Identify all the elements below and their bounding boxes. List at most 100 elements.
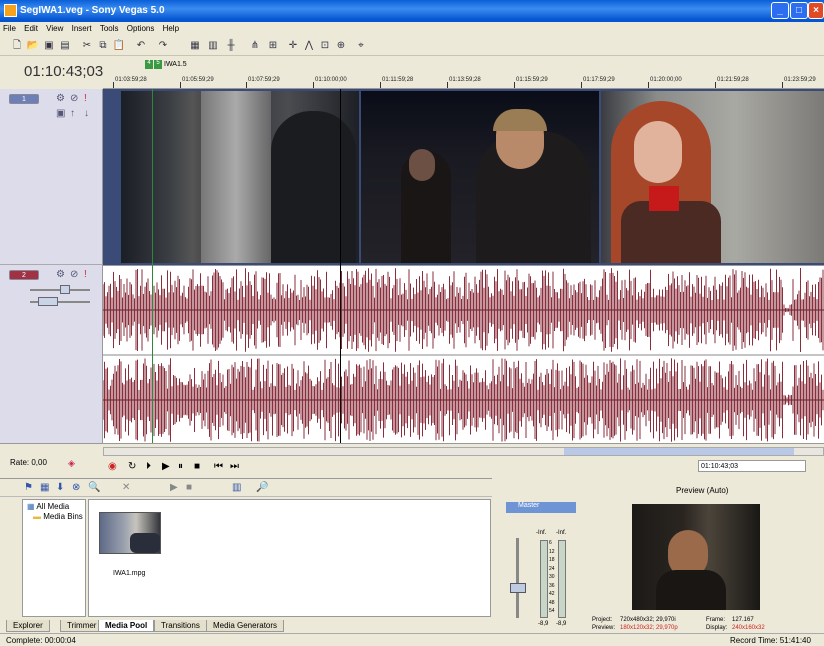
media-thumbnail[interactable] [99, 512, 161, 554]
copy-icon[interactable]: ⧉ [96, 39, 110, 52]
audio-track[interactable] [102, 265, 824, 443]
playhead-cursor[interactable] [340, 89, 341, 443]
stop-icon[interactable]: ■ [194, 461, 200, 472]
video-clip[interactable] [601, 91, 824, 263]
menu-file[interactable]: File [0, 22, 19, 35]
envelope-tool-icon[interactable]: ⋀ [302, 39, 316, 52]
menu-insert[interactable]: Insert [69, 22, 95, 35]
transport-timecode[interactable]: 01:10:43;03 [698, 460, 806, 472]
video-track-header[interactable]: 1 ⚙ ⊘ ! ▣ ↑ ↓ [0, 89, 103, 265]
scroll-thumb[interactable] [564, 448, 794, 455]
go-to-start-icon[interactable]: ⏮ [214, 461, 223, 472]
marker-badge[interactable]: 5 [154, 60, 162, 69]
volume-slider[interactable] [60, 285, 70, 294]
rate-slider-icon[interactable]: ◈ [68, 458, 75, 469]
readout-right: -8,9 [556, 621, 567, 627]
video-track[interactable] [103, 89, 824, 265]
master-fader-track [516, 538, 519, 618]
whats-this-icon[interactable]: ⌖ [354, 39, 368, 52]
import-icon[interactable]: ⚑ [24, 483, 33, 493]
snap-icon[interactable]: ╫ [224, 39, 238, 52]
stop-media-icon[interactable]: ■ [186, 483, 192, 493]
mute-icon[interactable]: ⊘ [70, 94, 78, 104]
minimize-button[interactable]: _ [771, 2, 789, 19]
menu-options[interactable]: Options [124, 22, 158, 35]
video-track-number: 1 [9, 94, 39, 104]
record-icon[interactable]: ◉ [108, 461, 117, 472]
horizontal-scrollbar[interactable] [103, 447, 824, 456]
meter-scale-label: 18 [549, 557, 555, 563]
pan-slider[interactable] [38, 297, 58, 306]
lock-envelopes-icon[interactable]: ⊞ [266, 39, 280, 52]
selection-tool-icon[interactable]: ⊡ [318, 39, 332, 52]
delete-icon[interactable]: ✕ [122, 483, 130, 493]
solo-icon[interactable]: ! [84, 270, 87, 280]
find-icon[interactable]: 🔎 [256, 483, 268, 493]
compositing-icon[interactable]: ▣ [56, 109, 65, 119]
solo-icon[interactable]: ! [84, 94, 87, 104]
views-icon[interactable]: ▥ [232, 483, 241, 493]
fx-icon[interactable]: ⚙ [56, 270, 65, 280]
new-file-icon[interactable]: 🗋 [10, 39, 24, 52]
auto-ripple-icon[interactable]: ⋔ [248, 39, 262, 52]
ruler-label: 01:13:59;28 [449, 77, 481, 83]
arrow-up-icon[interactable]: ↑ [70, 109, 75, 119]
video-clip[interactable] [121, 91, 359, 263]
media-pool-panel: ⚑ ▦ ⬇ ⊗ 🔍 ✕ ▶ ■ ▥ 🔎 ▦ All Media ▬ Media … [0, 478, 492, 633]
master-fader[interactable] [510, 583, 526, 593]
pause-icon[interactable]: ⏸ [178, 461, 183, 472]
capture-icon[interactable]: ▦ [40, 483, 49, 493]
mixer-icon[interactable]: ▥ [206, 39, 220, 52]
meter-scale-label: 30 [549, 574, 555, 580]
ruler-label: 01:05:59;29 [182, 77, 214, 83]
tab-transitions[interactable]: Transitions [154, 620, 207, 632]
preview-mode-dropdown[interactable]: Preview (Auto) [676, 486, 728, 495]
master-bus-label[interactable]: Master [506, 502, 576, 513]
media-file-area[interactable]: IWA1.mpg [88, 499, 491, 617]
go-to-end-icon[interactable]: ⏭ [230, 461, 239, 472]
properties-icon[interactable]: ▤ [58, 39, 72, 52]
folder-icon: ▬ [33, 512, 41, 521]
play-icon[interactable]: ▶ [162, 461, 170, 472]
tree-item-all-media[interactable]: ▦ All Media [27, 502, 69, 511]
render-icon[interactable]: ▦ [188, 39, 202, 52]
tab-media-pool[interactable]: Media Pool [98, 620, 155, 632]
normal-edit-tool-icon[interactable]: ✛ [286, 39, 300, 52]
audio-track-header[interactable]: 2 ⚙ ⊘ ! [0, 265, 103, 443]
preview-label: Preview: [592, 625, 616, 631]
open-folder-icon[interactable]: 📂 [26, 39, 40, 52]
marker-badge[interactable]: 4 [145, 60, 153, 69]
zoom-tool-icon[interactable]: ⊕ [334, 39, 348, 52]
menu-help[interactable]: Help [160, 22, 182, 35]
project-value: 720x480x32; 29,970i [620, 617, 676, 623]
search-icon[interactable]: 🔍 [88, 483, 100, 493]
timeline-ruler[interactable]: 4 5 IWA1.5 01:03:59;28 01:05:59;29 01:07… [103, 57, 824, 89]
menu-view[interactable]: View [43, 22, 66, 35]
fx-icon[interactable]: ⚙ [56, 94, 65, 104]
preview-image [632, 504, 760, 610]
remove-media-icon[interactable]: ⊗ [72, 483, 80, 493]
menu-tools[interactable]: Tools [97, 22, 122, 35]
undo-icon[interactable]: ↶ [134, 39, 148, 52]
tab-trimmer[interactable]: Trimmer [60, 620, 104, 632]
play-media-icon[interactable]: ▶ [170, 483, 178, 493]
tree-item-media-bins[interactable]: ▬ Media Bins [33, 512, 83, 521]
main-toolbar: 🗋 📂 ▣ ▤ ✂ ⧉ 📋 ↶ ↷ ▦ ▥ ╫ ⋔ ⊞ ✛ ⋀ ⊡ ⊕ ⌖ [0, 36, 824, 56]
mute-icon[interactable]: ⊘ [70, 270, 78, 280]
redo-icon[interactable]: ↷ [156, 39, 170, 52]
get-media-icon[interactable]: ⬇ [56, 483, 64, 493]
maximize-button[interactable]: □ [790, 2, 808, 19]
loop-icon[interactable]: ↻ [128, 461, 136, 472]
video-clip[interactable] [361, 91, 599, 263]
arrow-down-icon[interactable]: ↓ [84, 109, 89, 119]
paste-icon[interactable]: 📋 [112, 39, 126, 52]
cut-icon[interactable]: ✂ [80, 39, 94, 52]
transport-bar: Rate: 0,00 ◈ ◉ ↻ ⏵ ▶ ⏸ ■ ⏮ ⏭ 01:10:43;03 [0, 443, 824, 477]
play-from-start-icon[interactable]: ⏵ [146, 461, 151, 472]
save-icon[interactable]: ▣ [42, 39, 56, 52]
close-button[interactable]: × [808, 2, 824, 19]
meter-scale-label: 54 [549, 608, 555, 614]
menu-edit[interactable]: Edit [21, 22, 41, 35]
tab-explorer[interactable]: Explorer [6, 620, 50, 632]
tab-media-generators[interactable]: Media Generators [206, 620, 285, 632]
